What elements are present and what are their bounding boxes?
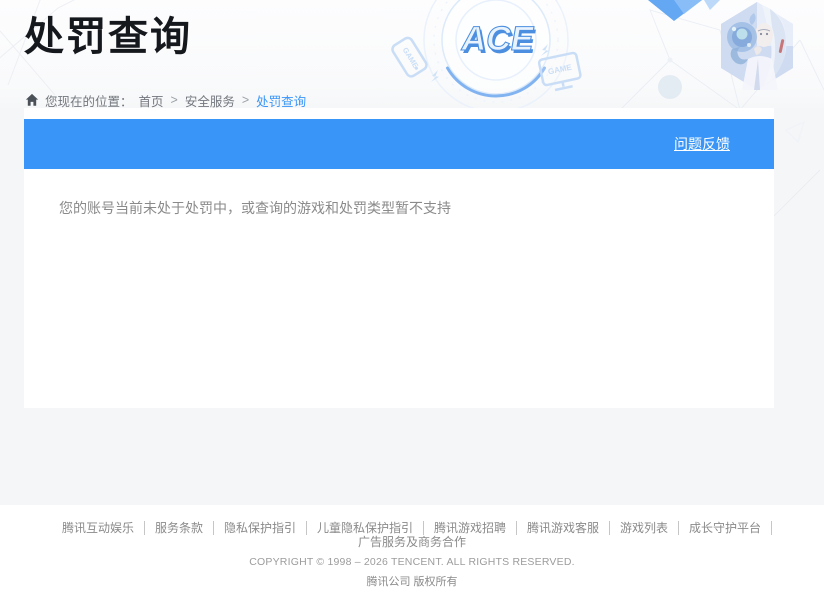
footer-company: 腾讯公司 版权所有 bbox=[366, 576, 458, 588]
svg-text:GAME: GAME bbox=[547, 62, 573, 76]
footer-link[interactable]: 隐私保护指引 bbox=[214, 521, 307, 535]
game-monitor-icon: GAME bbox=[537, 51, 582, 92]
page-header: 处罚查询 ACE ACE GAME GAME 您现在的位置： 首页 > 安全服务… bbox=[0, 0, 824, 261]
footer-copyright: COPYRIGHT © 1998 – 2026 TENCENT. ALL RIG… bbox=[249, 556, 575, 568]
game-phone-icon: GAME bbox=[391, 36, 428, 78]
logo-arc bbox=[446, 66, 546, 98]
character-face bbox=[755, 23, 773, 47]
footer-link[interactable]: 腾讯游戏客服 bbox=[517, 521, 611, 535]
footer-link[interactable]: 服务条款 bbox=[145, 521, 214, 535]
breadcrumb-separator: > bbox=[170, 93, 178, 107]
footer-link[interactable]: 广告服务及商务合作 bbox=[348, 535, 476, 549]
character-hexagon-image bbox=[714, 1, 800, 96]
footer-link[interactable]: 腾讯互动娱乐 bbox=[52, 521, 145, 535]
breadcrumb-separator: > bbox=[241, 93, 250, 107]
lightning-icon-left bbox=[431, 70, 439, 82]
feedback-link[interactable]: 问题反馈 bbox=[674, 134, 730, 154]
footer-links: 腾讯互动娱乐 服务条款 隐私保护指引 儿童隐私保护指引 腾讯游戏招聘 腾讯游戏客服 游戏列表… bbox=[0, 521, 824, 549]
logo-dashed-ring bbox=[433, 0, 559, 103]
soft-circle-decoration bbox=[658, 75, 682, 99]
ace-logo-shadow: ACE bbox=[461, 23, 539, 61]
breadcrumb-item-security-service[interactable]: 安全服务 bbox=[185, 91, 235, 110]
page-title: 处罚查询 bbox=[24, 15, 192, 59]
query-banner: 问题反馈 bbox=[24, 119, 774, 169]
svg-text:GAME: GAME bbox=[401, 46, 421, 70]
lightning-icon-right bbox=[541, 44, 549, 56]
logo-inner-ring bbox=[455, 0, 537, 81]
breadcrumb-item-current[interactable]: 处罚查询 bbox=[256, 91, 306, 110]
result-message: 您的账号当前未处于处罚中，或查询的游戏和处罚类型暂不支持 bbox=[59, 200, 451, 216]
breadcrumb-item-home[interactable]: 首页 bbox=[139, 91, 164, 110]
logo-outer-ring bbox=[423, 0, 569, 108]
footer-link[interactable]: 腾讯游戏招聘 bbox=[424, 521, 518, 535]
ace-logo-face: ACE bbox=[459, 20, 537, 58]
breadcrumb-label: 您现在的位置： bbox=[45, 94, 133, 109]
footer-link[interactable]: 儿童隐私保护指引 bbox=[307, 521, 424, 535]
logo-mid-ring bbox=[441, 0, 551, 95]
content-panel: 问题反馈 您的账号当前未处于处罚中，或查询的游戏和处罚类型暂不支持 bbox=[24, 108, 774, 408]
footer-link[interactable]: 成长守护平台 bbox=[679, 521, 773, 535]
footer-link[interactable]: 游戏列表 bbox=[610, 521, 680, 535]
page-footer: 腾讯互动娱乐 服务条款 隐私保护指引 儿童隐私保护指引 腾讯游戏招聘 腾讯游戏客服 游戏列表… bbox=[0, 505, 824, 610]
breadcrumb: 您现在的位置： 首页 > 安全服务 > 处罚查询 bbox=[25, 91, 306, 110]
ace-logo: ACE ACE bbox=[458, 20, 539, 61]
ace-logo-cluster: ACE ACE GAME GAME bbox=[391, 0, 582, 108]
home-icon bbox=[25, 93, 39, 106]
